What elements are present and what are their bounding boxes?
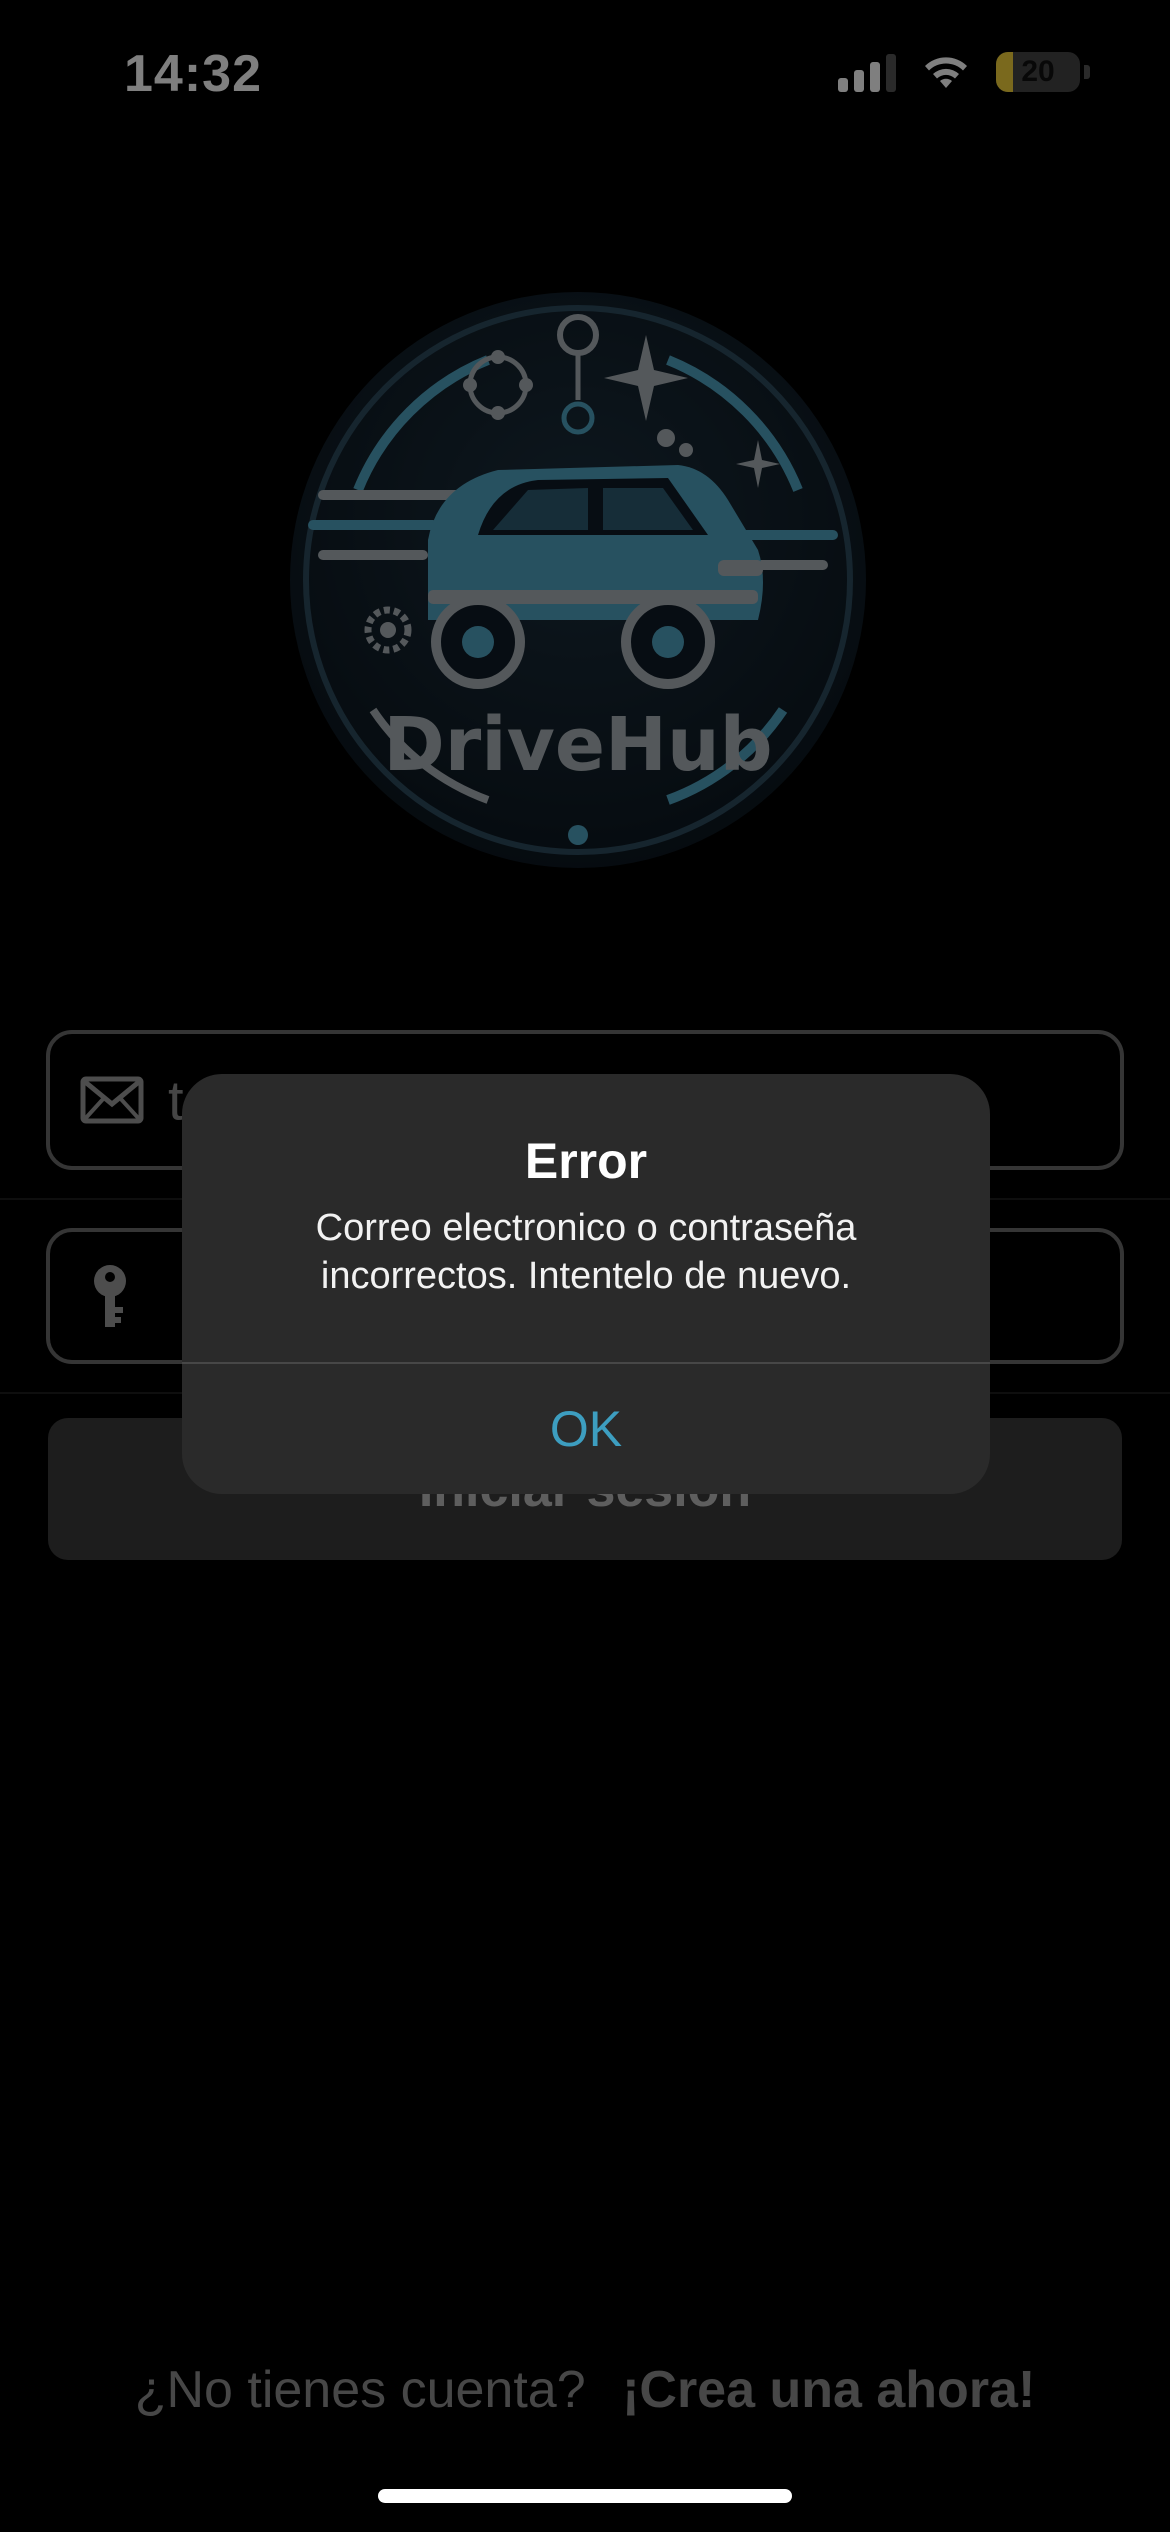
- error-alert: Error Correo electronico o contraseña in…: [182, 1074, 990, 1494]
- home-indicator[interactable]: [378, 2489, 792, 2503]
- alert-message: Correo electronico o contraseña incorrec…: [315, 1207, 857, 1297]
- alert-title: Error: [524, 1133, 648, 1189]
- ok-button[interactable]: OK: [182, 1364, 990, 1494]
